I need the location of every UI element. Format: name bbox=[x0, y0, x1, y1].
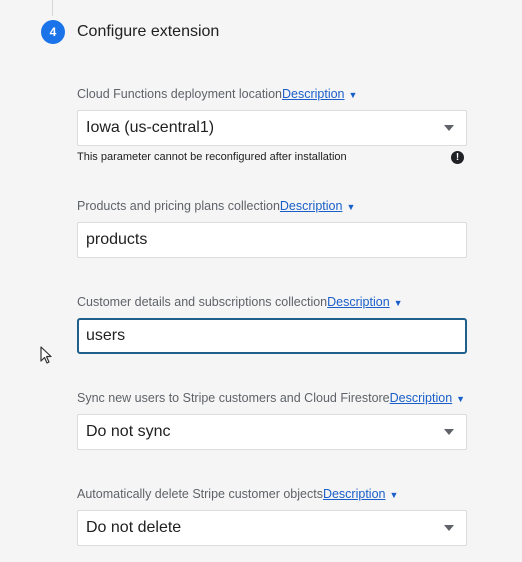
products-collection-input[interactable]: products bbox=[77, 222, 467, 258]
description-link[interactable]: Description bbox=[323, 487, 386, 501]
description-link[interactable]: Description bbox=[390, 391, 453, 405]
stepper-connector-line bbox=[52, 0, 53, 16]
field-label: Sync new users to Stripe customers and C… bbox=[77, 391, 390, 405]
field-sync-users: Sync new users to Stripe customers and C… bbox=[77, 390, 467, 450]
dropdown-arrow-icon[interactable] bbox=[444, 525, 454, 531]
input-value: users bbox=[86, 327, 126, 344]
caret-down-icon[interactable]: ▼ bbox=[349, 87, 358, 103]
description-link[interactable]: Description bbox=[327, 295, 390, 309]
input-value: products bbox=[86, 231, 148, 248]
select-value: Do not delete bbox=[86, 519, 182, 536]
hint-text: This parameter cannot be reconfigured af… bbox=[77, 151, 347, 163]
caret-down-icon[interactable]: ▼ bbox=[456, 391, 465, 407]
step-number-badge: 4 bbox=[41, 20, 65, 44]
field-label: Automatically delete Stripe customer obj… bbox=[77, 487, 323, 501]
sync-users-select[interactable]: Do not sync bbox=[77, 414, 467, 450]
caret-down-icon[interactable]: ▼ bbox=[346, 199, 355, 215]
field-products-collection: Products and pricing plans collectionDes… bbox=[77, 198, 467, 258]
select-value: Iowa (us-central1) bbox=[86, 119, 215, 136]
step-title: Configure extension bbox=[77, 23, 220, 40]
description-link[interactable]: Description bbox=[280, 199, 343, 213]
step-header: 4 Configure extension bbox=[41, 20, 219, 44]
deployment-location-select[interactable]: Iowa (us-central1) bbox=[77, 110, 467, 146]
dropdown-arrow-icon[interactable] bbox=[444, 125, 454, 131]
caret-down-icon[interactable]: ▼ bbox=[389, 487, 398, 503]
field-delete-customers: Automatically delete Stripe customer obj… bbox=[77, 486, 467, 546]
select-value: Do not sync bbox=[86, 423, 171, 440]
field-deployment-location: Cloud Functions deployment locationDescr… bbox=[77, 86, 467, 165]
field-label: Cloud Functions deployment location bbox=[77, 87, 282, 101]
info-icon[interactable]: ! bbox=[451, 151, 464, 164]
description-link[interactable]: Description bbox=[282, 87, 345, 101]
field-customer-collection: Customer details and subscriptions colle… bbox=[77, 294, 467, 354]
field-label: Customer details and subscriptions colle… bbox=[77, 295, 328, 309]
customer-collection-input[interactable]: users bbox=[77, 318, 467, 354]
delete-customers-select[interactable]: Do not delete bbox=[77, 510, 467, 546]
field-hint: This parameter cannot be reconfigured af… bbox=[77, 151, 467, 165]
dropdown-arrow-icon[interactable] bbox=[444, 429, 454, 435]
mouse-pointer-icon bbox=[40, 346, 52, 364]
field-label: Products and pricing plans collection bbox=[77, 199, 280, 213]
caret-down-icon[interactable]: ▼ bbox=[394, 295, 403, 311]
